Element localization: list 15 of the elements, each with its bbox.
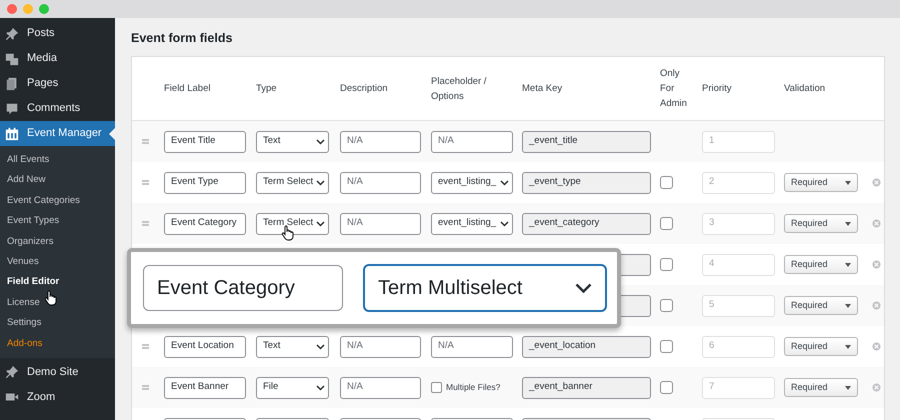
column-header: Only For Admin [660, 67, 688, 111]
meta-key-field: _event_banner [522, 376, 651, 398]
column-header: Type [256, 82, 278, 96]
meta-key-field: _event_location [522, 336, 651, 358]
column-header: Description [340, 82, 389, 96]
meta-key-field: _event_title [522, 130, 651, 152]
column-header: Validation [784, 82, 826, 96]
page-title: Event form fields [131, 30, 234, 47]
column-header: Field Label [164, 82, 212, 96]
checkbox-label: Multiple Files? [446, 381, 500, 394]
column-header: Placeholder / Options [431, 74, 488, 104]
column-header: Priority [702, 82, 733, 96]
column-header: Meta Key [522, 82, 564, 96]
meta-key-field: _event_type [522, 172, 651, 194]
meta-key-field: _event_category [522, 212, 651, 234]
